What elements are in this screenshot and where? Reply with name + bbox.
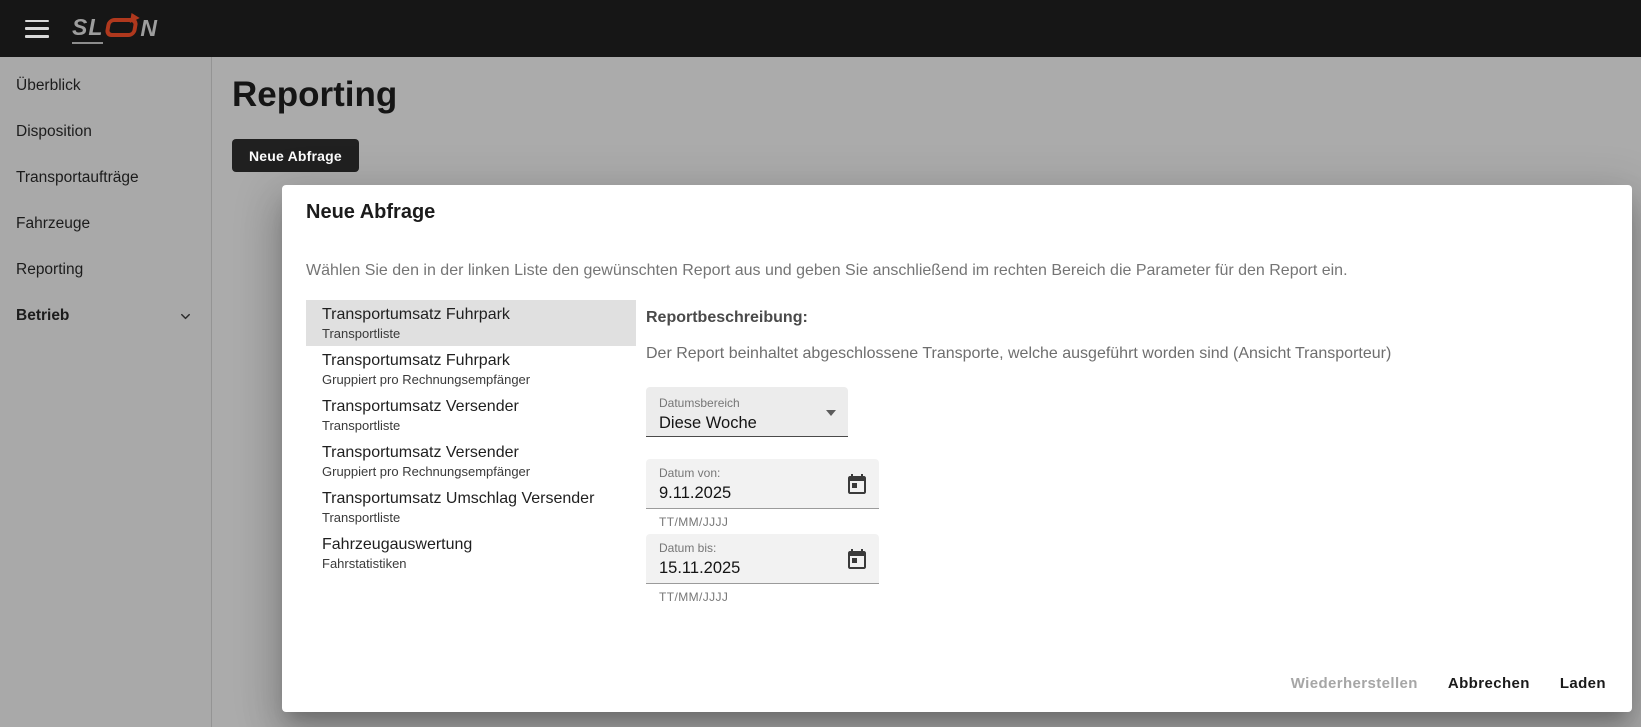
report-list: Transportumsatz Fuhrpark Transportliste …: [306, 300, 636, 604]
date-from-format-hint: TT/MM/JJJJ: [659, 515, 1608, 529]
date-range-value: Diese Woche: [659, 413, 818, 434]
brand-logo-text-right: N: [140, 15, 158, 42]
chevron-down-icon: [178, 309, 193, 324]
menu-icon[interactable]: [25, 20, 49, 38]
report-item-title: Transportumsatz Fuhrpark: [322, 303, 620, 326]
load-button[interactable]: Laden: [1550, 667, 1616, 700]
report-list-item[interactable]: Transportumsatz Umschlag Versender Trans…: [306, 484, 636, 530]
report-item-subtitle: Fahrstatistiken: [322, 556, 620, 572]
date-from-label: Datum von:: [659, 466, 835, 480]
app-bar: SL N: [0, 0, 1641, 57]
report-list-item[interactable]: Fahrzeugauswertung Fahrstatistiken: [306, 530, 636, 576]
sidebar-item-label: Transportaufträge: [16, 169, 139, 187]
report-description-text: Der Report beinhaltet abgeschlossene Tra…: [646, 343, 1608, 365]
report-parameters-panel: Reportbeschreibung: Der Report beinhalte…: [646, 300, 1608, 604]
dialog-instructions: Wählen Sie den in der linken Liste den g…: [306, 260, 1608, 282]
date-to-format-hint: TT/MM/JJJJ: [659, 590, 1608, 604]
report-item-subtitle: Transportliste: [322, 418, 620, 434]
caret-down-icon: [826, 410, 836, 416]
report-item-subtitle: Transportliste: [322, 326, 620, 342]
sidebar-nav: Überblick Disposition Transportaufträge: [0, 57, 212, 727]
report-item-subtitle: Transportliste: [322, 510, 620, 526]
date-from-field[interactable]: Datum von: 9.11.2025: [646, 459, 879, 509]
report-item-title: Transportumsatz Umschlag Versender: [322, 487, 620, 510]
sidebar-item[interactable]: Transportaufträge: [0, 155, 211, 201]
cancel-button[interactable]: Abbrechen: [1438, 667, 1540, 700]
restore-button: Wiederherstellen: [1281, 667, 1428, 700]
sidebar-item-label: Fahrzeuge: [16, 215, 90, 233]
dialog-title: Neue Abfrage: [282, 185, 1632, 224]
sidebar-item[interactable]: Reporting: [0, 247, 211, 293]
report-item-subtitle: Gruppiert pro Rechnungsempfänger: [322, 372, 620, 388]
circular-arrow-logo-icon: [105, 18, 139, 37]
report-description-heading: Reportbeschreibung:: [646, 307, 1608, 329]
date-to-value: 15.11.2025: [659, 558, 835, 579]
sidebar-item-label: Betrieb: [16, 307, 69, 325]
date-range-label: Datumsbereich: [659, 396, 818, 410]
sidebar-item[interactable]: Disposition: [0, 109, 211, 155]
report-item-title: Fahrzeugauswertung: [322, 533, 620, 556]
report-list-item[interactable]: Transportumsatz Versender Gruppiert pro …: [306, 438, 636, 484]
application-window: SL N Überblick Disposition: [0, 0, 1641, 727]
date-from-value: 9.11.2025: [659, 483, 835, 504]
date-range-select[interactable]: Datumsbereich Diese Woche: [646, 387, 848, 437]
report-item-title: Transportumsatz Fuhrpark: [322, 349, 620, 372]
date-to-field[interactable]: Datum bis: 15.11.2025: [646, 534, 879, 584]
sidebar-item[interactable]: Überblick: [0, 63, 211, 109]
sidebar-item-label: Disposition: [16, 123, 92, 141]
report-item-subtitle: Gruppiert pro Rechnungsempfänger: [322, 464, 620, 480]
sidebar-item[interactable]: Betrieb: [0, 293, 211, 339]
report-item-title: Transportumsatz Versender: [322, 395, 620, 418]
brand-logo-text-left: SL: [72, 14, 103, 44]
sidebar-item[interactable]: Fahrzeuge: [0, 201, 211, 247]
report-list-item[interactable]: Transportumsatz Fuhrpark Transportliste: [306, 300, 636, 346]
new-query-dialog: Neue Abfrage Wählen Sie den in der linke…: [282, 185, 1632, 712]
report-list-item[interactable]: Transportumsatz Fuhrpark Gruppiert pro R…: [306, 346, 636, 392]
sidebar-item-label: Reporting: [16, 261, 83, 279]
page-title: Reporting: [232, 75, 397, 115]
sidebar-item-label: Überblick: [16, 77, 81, 95]
report-item-title: Transportumsatz Versender: [322, 441, 620, 464]
calendar-icon[interactable]: [844, 547, 870, 573]
dialog-actions: Wiederherstellen Abbrechen Laden: [1281, 667, 1616, 700]
report-list-item[interactable]: Transportumsatz Versender Transportliste: [306, 392, 636, 438]
dialog-body: Transportumsatz Fuhrpark Transportliste …: [282, 300, 1632, 604]
calendar-icon[interactable]: [844, 472, 870, 498]
brand-logo: SL N: [72, 14, 158, 44]
date-to-label: Datum bis:: [659, 541, 835, 555]
new-query-button[interactable]: Neue Abfrage: [232, 139, 359, 172]
